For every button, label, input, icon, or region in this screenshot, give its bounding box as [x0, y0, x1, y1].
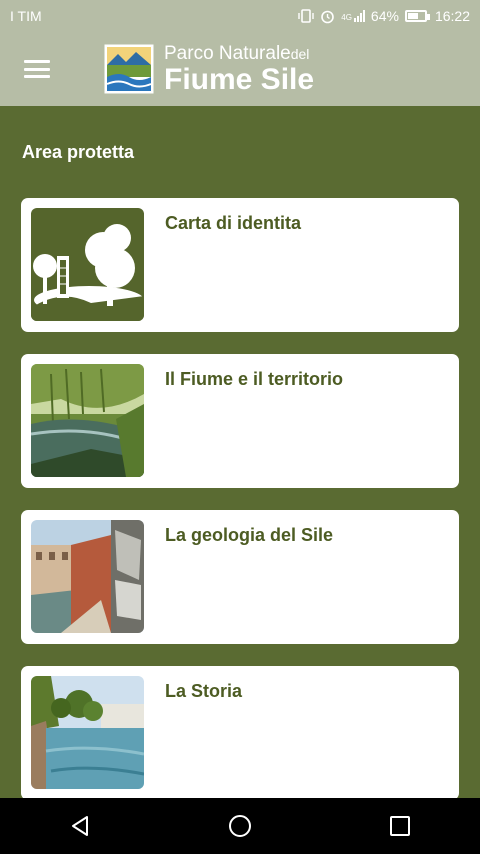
park-logo: Parco Naturaledel Fiume Sile: [104, 44, 314, 95]
battery-percent: 64%: [370, 8, 399, 24]
card-il-fiume[interactable]: Il Fiume e il territorio: [21, 354, 459, 488]
recents-button[interactable]: [370, 798, 430, 854]
history-photo: [31, 676, 144, 789]
back-button[interactable]: [50, 798, 110, 854]
card-title: La geologia del Sile: [165, 525, 334, 545]
park-logo-icon: [104, 44, 154, 94]
park-identity-icon: [31, 208, 144, 321]
battery-fill: [407, 13, 419, 19]
signal-4g-icon: 4G: [341, 10, 365, 22]
alarm-icon: [321, 10, 335, 23]
logo-title-line2: Fiume Sile: [164, 62, 315, 96]
carrier-name: I TIM: [10, 8, 42, 24]
system-nav-bar: [0, 798, 480, 854]
battery-icon: [404, 10, 430, 22]
home-button[interactable]: [210, 798, 270, 854]
card-la-storia[interactable]: La Storia: [21, 666, 459, 800]
app-bar: Parco Naturaledel Fiume Sile: [0, 32, 480, 106]
river-photo: [31, 364, 144, 477]
back-icon: [72, 816, 88, 836]
logo-title-line1: Parco Naturale: [164, 42, 291, 64]
card-title: La Storia: [165, 681, 243, 701]
menu-button[interactable]: [0, 32, 74, 106]
clock: 16:22: [434, 8, 470, 24]
card-title: Il Fiume e il territorio: [165, 369, 344, 389]
card-carta-di-identita[interactable]: Carta di identita: [21, 198, 459, 332]
logo-title-del: del: [290, 45, 310, 62]
vibrate-icon: [298, 9, 314, 23]
status-bar: I TIM 4G 64% 16:22: [0, 0, 480, 32]
hamburger-menu-icon: [24, 60, 50, 78]
card-la-geologia[interactable]: La geologia del Sile: [21, 510, 459, 644]
section-title: Area protetta: [22, 142, 135, 162]
home-icon: [229, 815, 251, 837]
card-title: Carta di identita: [165, 213, 302, 233]
recents-icon: [390, 816, 410, 836]
geology-photo: [31, 520, 144, 633]
